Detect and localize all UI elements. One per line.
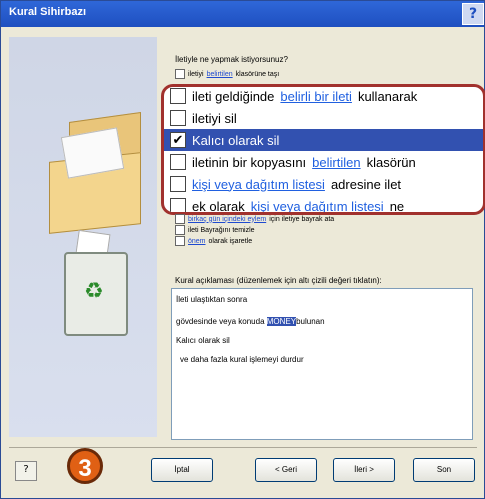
option-move-to-folder[interactable]: iletiyi belirtilen klasörüne taşı: [175, 69, 279, 79]
checkbox[interactable]: [175, 225, 185, 235]
option-delete-permanently[interactable]: ✔ Kalıcı olarak sil: [164, 129, 483, 151]
checkbox[interactable]: [175, 214, 185, 224]
rule-description-label: Kural açıklaması (düzenlemek için altı ç…: [175, 276, 382, 285]
step-number-badge: 3: [67, 448, 103, 484]
link-specified-folder[interactable]: belirtilen: [207, 71, 233, 78]
option-use-specific-message[interactable]: ileti geldiğinde belirli bir ileti kulla…: [170, 87, 483, 107]
option-delete-message[interactable]: iletiyi sil: [170, 107, 483, 129]
link-specified-folder[interactable]: belirtilen: [312, 155, 360, 170]
checkbox[interactable]: [170, 176, 186, 192]
option-clear-flag[interactable]: ileti Bayrağını temizle: [175, 225, 255, 235]
option-copy-to-folder[interactable]: iletinin bir kopyasını belirtilen klasör…: [170, 151, 483, 173]
recycle-bin-icon: ♻: [64, 252, 128, 336]
option-flag-for-action[interactable]: birkaç gün içindeki eylem için iletiye b…: [175, 214, 334, 224]
finish-button[interactable]: Son: [413, 458, 475, 482]
link-specific-message[interactable]: belirli bir ileti: [280, 89, 352, 104]
checkbox[interactable]: [170, 198, 186, 212]
cancel-button[interactable]: İptal: [151, 458, 213, 482]
link-people-or-list[interactable]: kişi veya dağıtım listesi: [192, 177, 325, 192]
description-line: İleti ulaştıktan sonra: [176, 295, 248, 304]
checkbox[interactable]: [170, 154, 186, 170]
link-people-or-list[interactable]: kişi veya dağıtım listesi: [251, 199, 384, 213]
help-button[interactable]: ?: [462, 3, 484, 25]
keyword-link[interactable]: MONEY: [266, 317, 297, 326]
description-line: gövdesinde veya konuda MONEYbulunan: [176, 317, 325, 326]
link-action-in-days[interactable]: birkaç gün içindeki eylem: [188, 216, 266, 223]
office-assistant-icon[interactable]: ?: [15, 461, 37, 481]
wizard-illustration: ♻: [9, 37, 157, 437]
title-bar: Kural Sihirbazı ?: [1, 1, 484, 27]
next-button[interactable]: İleri >: [333, 458, 395, 482]
option-forward-as-attachment[interactable]: ek olarak kişi veya dağıtım listesi ne: [170, 195, 483, 213]
actions-prompt: İletiyle ne yapmak istiyorsunuz?: [175, 55, 288, 64]
window-title: Kural Sihirbazı: [9, 6, 87, 18]
option-mark-importance[interactable]: önem olarak işaretle: [175, 236, 252, 246]
checkbox[interactable]: [170, 110, 186, 126]
checkbox[interactable]: [170, 88, 186, 104]
rule-description-box: İleti ulaştıktan sonra gövdesinde veya k…: [171, 288, 473, 440]
checkbox[interactable]: [175, 69, 185, 79]
rules-wizard-window: Kural Sihirbazı ? ♻ İletiyle ne yapmak i…: [0, 0, 485, 499]
description-line: Kalıcı olarak sil: [176, 336, 230, 345]
checkbox[interactable]: [175, 236, 185, 246]
checkbox-checked[interactable]: ✔: [170, 132, 186, 148]
option-forward-to[interactable]: kişi veya dağıtım listesi adresine ilet: [170, 173, 483, 195]
link-importance[interactable]: önem: [188, 238, 206, 245]
description-line: ve daha fazla kural işlemeyi durdur: [180, 355, 304, 364]
back-button[interactable]: < Geri: [255, 458, 317, 482]
zoomed-options-callout: ileti geldiğinde belirli bir ileti kulla…: [161, 84, 485, 215]
